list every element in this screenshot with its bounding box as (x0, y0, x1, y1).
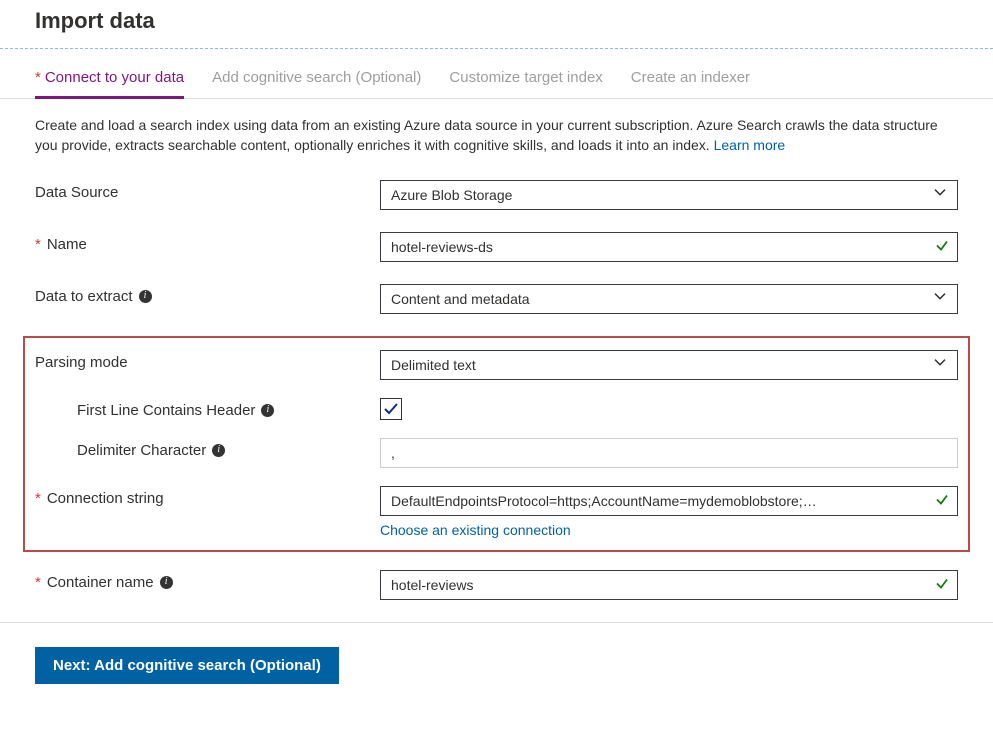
container-name-label: *Container namei (35, 570, 380, 591)
info-icon[interactable]: i (139, 290, 152, 303)
tab-customize-index[interactable]: Customize target index (449, 61, 602, 98)
info-icon[interactable]: i (160, 576, 173, 589)
tab-label: Add cognitive search (Optional) (212, 69, 421, 86)
check-icon (383, 401, 399, 417)
check-icon (935, 238, 949, 255)
tab-label: Connect to your data (45, 69, 184, 86)
delimiter-input[interactable]: , (380, 438, 958, 468)
name-input[interactable]: hotel-reviews-ds (380, 232, 958, 262)
data-extract-label: Data to extracti (35, 284, 380, 305)
wizard-tabs: *Connect to your data Add cognitive sear… (0, 61, 993, 99)
tab-label: Create an indexer (631, 69, 750, 86)
page-title: Import data (0, 0, 993, 48)
footer-divider (0, 622, 993, 623)
chevron-down-icon (933, 185, 947, 202)
tab-cognitive-search[interactable]: Add cognitive search (Optional) (212, 61, 421, 98)
first-line-header-label: First Line Contains Headeri (35, 398, 380, 419)
container-name-input[interactable]: hotel-reviews (380, 570, 958, 600)
data-source-select[interactable]: Azure Blob Storage (380, 180, 958, 210)
input-value: DefaultEndpointsProtocol=https;AccountNa… (391, 493, 817, 509)
name-label: *Name (35, 232, 380, 253)
choose-existing-connection-link[interactable]: Choose an existing connection (380, 522, 958, 538)
description-text: Create and load a search index using dat… (0, 99, 993, 156)
tab-label: Customize target index (449, 69, 602, 86)
input-value: , (391, 445, 395, 461)
next-button[interactable]: Next: Add cognitive search (Optional) (35, 647, 339, 684)
tab-create-indexer[interactable]: Create an indexer (631, 61, 750, 98)
learn-more-link[interactable]: Learn more (714, 137, 786, 153)
chevron-down-icon (933, 355, 947, 372)
parsing-mode-label: Parsing mode (35, 350, 380, 371)
parsing-mode-select[interactable]: Delimited text (380, 350, 958, 380)
highlighted-section: Parsing mode Delimited text First Line C… (23, 336, 970, 552)
first-line-header-checkbox[interactable] (380, 398, 402, 420)
info-icon[interactable]: i (212, 444, 225, 457)
input-value: hotel-reviews (391, 577, 473, 593)
select-value: Delimited text (391, 357, 476, 373)
connection-string-input[interactable]: DefaultEndpointsProtocol=https;AccountNa… (380, 486, 958, 516)
select-value: Azure Blob Storage (391, 187, 512, 203)
input-value: hotel-reviews-ds (391, 239, 493, 255)
check-icon (935, 492, 949, 509)
check-icon (935, 576, 949, 593)
select-value: Content and metadata (391, 291, 530, 307)
delimiter-label: Delimiter Characteri (35, 438, 380, 459)
connection-string-label: *Connection string (35, 486, 380, 507)
data-source-label: Data Source (35, 180, 380, 201)
data-extract-select[interactable]: Content and metadata (380, 284, 958, 314)
form: Data Source Azure Blob Storage *Name hot… (0, 156, 993, 600)
info-icon[interactable]: i (261, 404, 274, 417)
tab-connect-data[interactable]: *Connect to your data (35, 61, 184, 99)
chevron-down-icon (933, 289, 947, 306)
divider (0, 48, 993, 49)
